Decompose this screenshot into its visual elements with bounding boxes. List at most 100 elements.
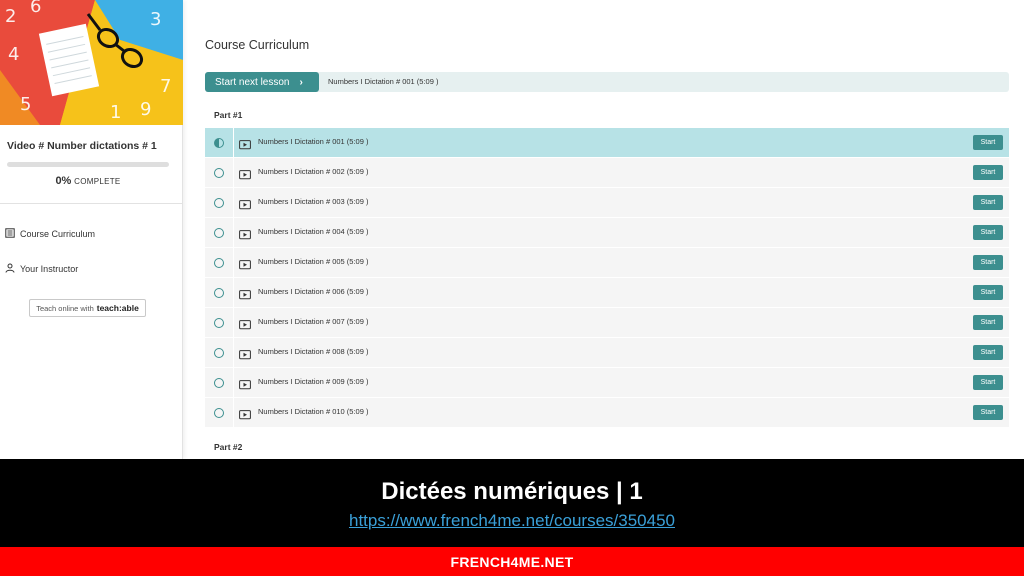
lesson-row[interactable]: Numbers I Dictation # 009 (5:09 ) Start [205,368,1009,398]
lesson-title: Numbers I Dictation # 008 (5:09 ) [258,347,369,356]
next-lesson-bar: Start next lesson › Numbers I Dictation … [205,72,1009,92]
footer-label: FRENCH4ME.NET [450,553,574,570]
lesson-title: Numbers I Dictation # 002 (5:09 ) [258,167,369,176]
sidebar-item-course-curriculum[interactable]: Course Curriculum [5,228,95,240]
progress-label: 0% COMPLETE [0,175,176,187]
page-title: Course Curriculum [205,38,310,52]
svg-text:3: 3 [150,9,161,30]
start-next-lesson-label: Start next lesson [215,76,290,88]
svg-text:5: 5 [20,94,31,115]
row-divider [233,368,234,397]
svg-text:6: 6 [30,0,41,17]
circle-icon [214,288,224,298]
progress-bar [7,162,169,167]
lesson-row[interactable]: Numbers I Dictation # 010 (5:09 ) Start [205,398,1009,428]
video-play-icon [239,257,251,270]
row-divider [233,188,234,217]
half-circle-icon [214,138,224,148]
video-play-icon [239,407,251,420]
lesson-row[interactable]: Numbers I Dictation # 008 (5:09 ) Start [205,338,1009,368]
row-divider [233,128,234,157]
circle-icon [214,228,224,238]
lesson-row[interactable]: Numbers I Dictation # 004 (5:09 ) Start [205,218,1009,248]
lesson-start-button[interactable]: Start [973,405,1003,420]
lesson-title: Numbers I Dictation # 006 (5:09 ) [258,287,369,296]
course-cover-illustration: 2 6 4 3 79 5 1 [0,0,183,125]
lesson-row[interactable]: Numbers I Dictation # 005 (5:09 ) Start [205,248,1009,278]
sidebar-item-label: Your Instructor [20,264,79,274]
row-divider [233,398,234,427]
lesson-row[interactable]: Numbers I Dictation # 002 (5:09 ) Start [205,158,1009,188]
lesson-row[interactable]: Numbers I Dictation # 006 (5:09 ) Start [205,278,1009,308]
lesson-row[interactable]: Numbers I Dictation # 003 (5:09 ) Start [205,188,1009,218]
teachable-logo: teach:able [96,303,139,313]
lesson-start-button[interactable]: Start [973,195,1003,210]
circle-icon [214,348,224,358]
svg-text:7: 7 [160,76,171,97]
person-icon [5,263,15,275]
teach-online-button[interactable]: Teach online with teach:able [29,299,146,317]
lesson-title: Numbers I Dictation # 005 (5:09 ) [258,257,369,266]
row-divider [233,278,234,307]
row-divider [233,218,234,247]
circle-icon [214,378,224,388]
lesson-title: Numbers I Dictation # 004 (5:09 ) [258,227,369,236]
course-player: 26 4 3 79 5 1 Video # Number dictations # 1… [0,0,1024,459]
chevron-right-icon: › [299,76,303,88]
lesson-title: Numbers I Dictation # 003 (5:09 ) [258,197,369,206]
circle-icon [214,318,224,328]
video-play-icon [239,137,251,150]
lesson-start-button[interactable]: Start [973,255,1003,270]
svg-text:4: 4 [8,44,19,65]
lesson-title: Numbers I Dictation # 009 (5:09 ) [258,377,369,386]
start-next-lesson-button[interactable]: Start next lesson › [205,72,319,92]
caption-title: Dictées numériques | 1 [381,478,643,505]
video-play-icon [239,377,251,390]
course-cover-image: 26 4 3 79 5 1 [0,0,183,125]
teach-online-prefix: Teach online with [36,303,94,313]
section-title: Part #1 [214,110,243,120]
progress-percent: 0% [55,175,72,187]
sidebar-item-label: Course Curriculum [20,229,96,239]
lesson-title: Numbers I Dictation # 010 (5:09 ) [258,407,369,416]
lesson-start-button[interactable]: Start [973,375,1003,390]
row-divider [233,308,234,337]
lesson-row[interactable]: Numbers I Dictation # 001 (5:09 ) Start [205,128,1009,158]
course-title: Video # Number dictations # 1 [7,140,157,152]
row-divider [233,158,234,187]
lesson-start-button[interactable]: Start [973,135,1003,150]
progress-complete-word: COMPLETE [74,177,121,186]
circle-icon [214,408,224,418]
row-divider [233,248,234,277]
lesson-row[interactable]: Numbers I Dictation # 007 (5:09 ) Start [205,308,1009,338]
next-lesson-title: Numbers I Dictation # 001 (5:09 ) [328,77,439,86]
lesson-start-button[interactable]: Start [973,315,1003,330]
svg-text:2: 2 [5,6,16,27]
course-url-link[interactable]: https://www.french4me.net/courses/350450 [0,511,1024,531]
circle-icon [214,198,224,208]
video-play-icon [239,167,251,180]
lesson-start-button[interactable]: Start [973,165,1003,180]
curriculum-icon [5,228,15,240]
sidebar-item-your-instructor[interactable]: Your Instructor [5,263,78,275]
lesson-start-button[interactable]: Start [973,345,1003,360]
footer-banner: FRENCH4ME.NET [0,547,1024,576]
video-caption: Dictées numériques | 1 https://www.frenc… [0,459,1024,547]
video-play-icon [239,197,251,210]
circle-icon [214,168,224,178]
svg-text:9: 9 [140,99,151,120]
lesson-title: Numbers I Dictation # 001 (5:09 ) [258,137,369,146]
video-play-icon [239,287,251,300]
video-play-icon [239,347,251,360]
lesson-start-button[interactable]: Start [973,225,1003,240]
sidebar-divider [0,203,183,204]
section-title: Part #2 [214,442,243,452]
circle-icon [214,258,224,268]
row-divider [233,338,234,367]
sidebar: 26 4 3 79 5 1 Video # Number dictations # 1… [0,0,183,459]
video-play-icon [239,317,251,330]
lesson-start-button[interactable]: Start [973,285,1003,300]
lesson-title: Numbers I Dictation # 007 (5:09 ) [258,317,369,326]
lesson-list: Numbers I Dictation # 001 (5:09 ) Start Nu… [205,128,1009,428]
svg-text:1: 1 [110,102,121,123]
